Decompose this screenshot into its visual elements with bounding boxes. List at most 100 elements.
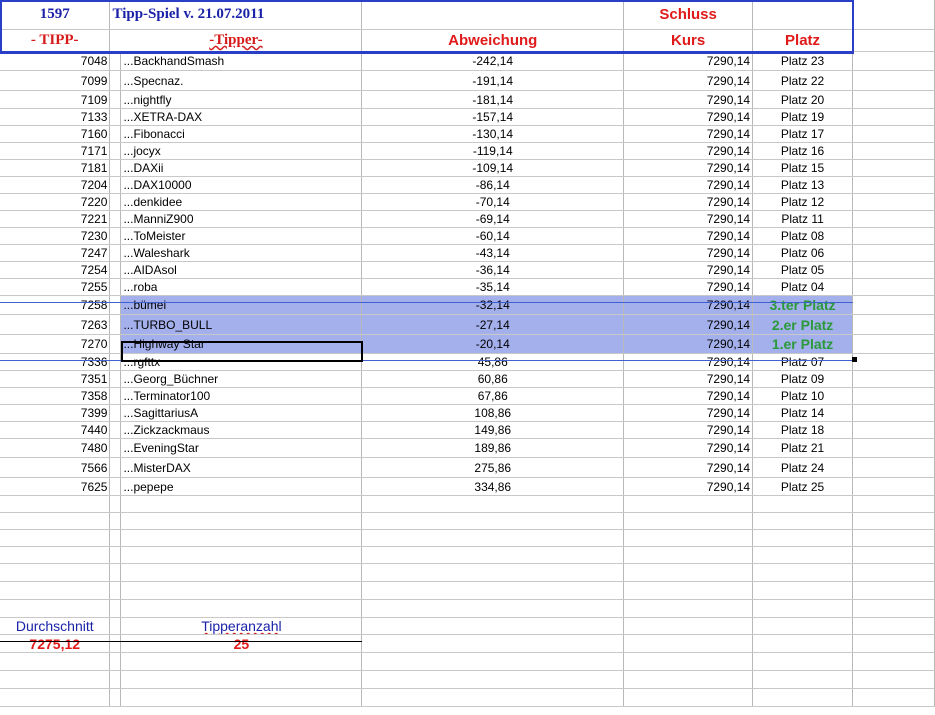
platz-cell[interactable]: Platz 04 <box>752 278 854 296</box>
game-id[interactable]: 1597 <box>0 0 111 30</box>
cell[interactable] <box>0 581 111 600</box>
abweichung-cell[interactable]: -119,14 <box>361 142 625 160</box>
tipper-cell[interactable]: ...roba <box>120 278 363 296</box>
cell[interactable] <box>109 314 122 335</box>
abweichung-cell[interactable]: -130,14 <box>361 125 625 143</box>
kurs-cell[interactable]: 7290,14 <box>623 278 754 296</box>
abweichung-cell[interactable]: 60,86 <box>361 370 625 388</box>
tipp-cell[interactable]: 7254 <box>0 261 111 279</box>
cell[interactable] <box>109 599 122 618</box>
cell[interactable] <box>623 581 754 600</box>
cell[interactable] <box>752 581 854 600</box>
cell[interactable] <box>109 295 122 315</box>
cell[interactable] <box>852 599 935 618</box>
cell[interactable] <box>752 670 854 689</box>
tipper-cell[interactable]: ...Waleshark <box>120 244 363 262</box>
tipper-cell[interactable]: ...Highway Star <box>120 334 363 354</box>
cell[interactable] <box>852 159 935 177</box>
cell[interactable] <box>623 546 754 564</box>
cell[interactable] <box>852 193 935 211</box>
cell[interactable] <box>109 477 122 496</box>
cell[interactable] <box>852 370 935 388</box>
cell[interactable] <box>623 529 754 547</box>
cell[interactable] <box>623 652 754 671</box>
kurs-cell[interactable]: 7290,14 <box>623 90 754 109</box>
cell[interactable] <box>852 70 935 91</box>
abweichung-cell[interactable]: -27,14 <box>361 314 625 335</box>
cell[interactable] <box>109 546 122 564</box>
kurs-cell[interactable]: 7290,14 <box>623 295 754 315</box>
cell[interactable] <box>852 387 935 405</box>
abweichung-cell[interactable]: -20,14 <box>361 334 625 354</box>
tipper-header[interactable]: -Tipper- <box>209 32 262 48</box>
cell[interactable] <box>623 670 754 689</box>
platz-cell[interactable]: Platz 21 <box>752 438 854 458</box>
cell[interactable] <box>109 617 122 635</box>
count-label[interactable]: Tipperanzahl <box>201 618 281 634</box>
cell[interactable] <box>0 670 111 689</box>
abweichung-cell[interactable]: 108,86 <box>361 404 625 422</box>
kurs-cell[interactable]: 7290,14 <box>623 142 754 160</box>
platz-cell[interactable]: 3.ter Platz <box>752 295 854 315</box>
cell[interactable] <box>0 495 111 513</box>
abweichung-cell[interactable]: -242,14 <box>361 51 625 71</box>
platz-cell[interactable]: Platz 17 <box>752 125 854 143</box>
kurs-cell[interactable]: 7290,14 <box>623 314 754 335</box>
tipper-cell[interactable]: ...Terminator100 <box>120 387 363 405</box>
abweichung-header[interactable]: Abweichung <box>361 29 625 52</box>
cell[interactable] <box>109 142 122 160</box>
tipper-cell[interactable]: ...bümei <box>120 295 363 315</box>
kurs-cell[interactable]: 7290,14 <box>623 70 754 91</box>
cell[interactable] <box>0 688 111 707</box>
kurs-cell[interactable]: 7290,14 <box>623 457 754 478</box>
cell[interactable] <box>752 0 854 30</box>
cell[interactable] <box>623 512 754 530</box>
cell[interactable] <box>109 70 122 91</box>
platz-cell[interactable]: Platz 07 <box>752 353 854 371</box>
platz-cell[interactable]: 2.er Platz <box>752 314 854 335</box>
tipper-cell[interactable]: ...Specnaz. <box>120 70 363 91</box>
tipp-cell[interactable]: 7358 <box>0 387 111 405</box>
abweichung-cell[interactable]: 189,86 <box>361 438 625 458</box>
abweichung-cell[interactable]: 275,86 <box>361 457 625 478</box>
cell[interactable] <box>361 512 625 530</box>
count-value[interactable]: 25 <box>120 634 363 653</box>
cell[interactable] <box>852 210 935 228</box>
cell[interactable] <box>109 529 122 547</box>
cell[interactable] <box>109 512 122 530</box>
cell[interactable] <box>120 512 363 530</box>
cell[interactable] <box>852 688 935 707</box>
cell[interactable] <box>852 477 935 496</box>
abweichung-cell[interactable]: -32,14 <box>361 295 625 315</box>
platz-cell[interactable]: Platz 11 <box>752 210 854 228</box>
tipp-cell[interactable]: 7048 <box>0 51 111 71</box>
tipp-cell[interactable]: 7625 <box>0 477 111 496</box>
cell[interactable] <box>109 244 122 262</box>
platz-cell[interactable]: Platz 08 <box>752 227 854 245</box>
cell[interactable] <box>109 125 122 143</box>
tipper-cell[interactable]: ...DAX10000 <box>120 176 363 194</box>
kurs-cell[interactable]: 7290,14 <box>623 387 754 405</box>
tipp-cell[interactable]: 7258 <box>0 295 111 315</box>
cell[interactable] <box>361 581 625 600</box>
cell[interactable] <box>120 581 363 600</box>
cell[interactable] <box>109 353 122 371</box>
cell[interactable] <box>752 546 854 564</box>
cell[interactable] <box>752 652 854 671</box>
tipp-header[interactable]: - TIPP- <box>0 29 111 52</box>
cell[interactable] <box>623 688 754 707</box>
cell[interactable] <box>852 278 935 296</box>
platz-cell[interactable]: Platz 25 <box>752 477 854 496</box>
tipp-cell[interactable]: 7160 <box>0 125 111 143</box>
platz-cell[interactable]: Platz 18 <box>752 421 854 439</box>
tipp-cell[interactable]: 7270 <box>0 334 111 354</box>
cell[interactable] <box>109 51 122 71</box>
cell[interactable] <box>752 634 854 653</box>
cell[interactable] <box>852 176 935 194</box>
cell[interactable] <box>109 495 122 513</box>
cell[interactable] <box>109 634 122 653</box>
cell[interactable] <box>120 688 363 707</box>
cell[interactable] <box>109 457 122 478</box>
platz-cell[interactable]: Platz 24 <box>752 457 854 478</box>
cell[interactable] <box>852 108 935 126</box>
